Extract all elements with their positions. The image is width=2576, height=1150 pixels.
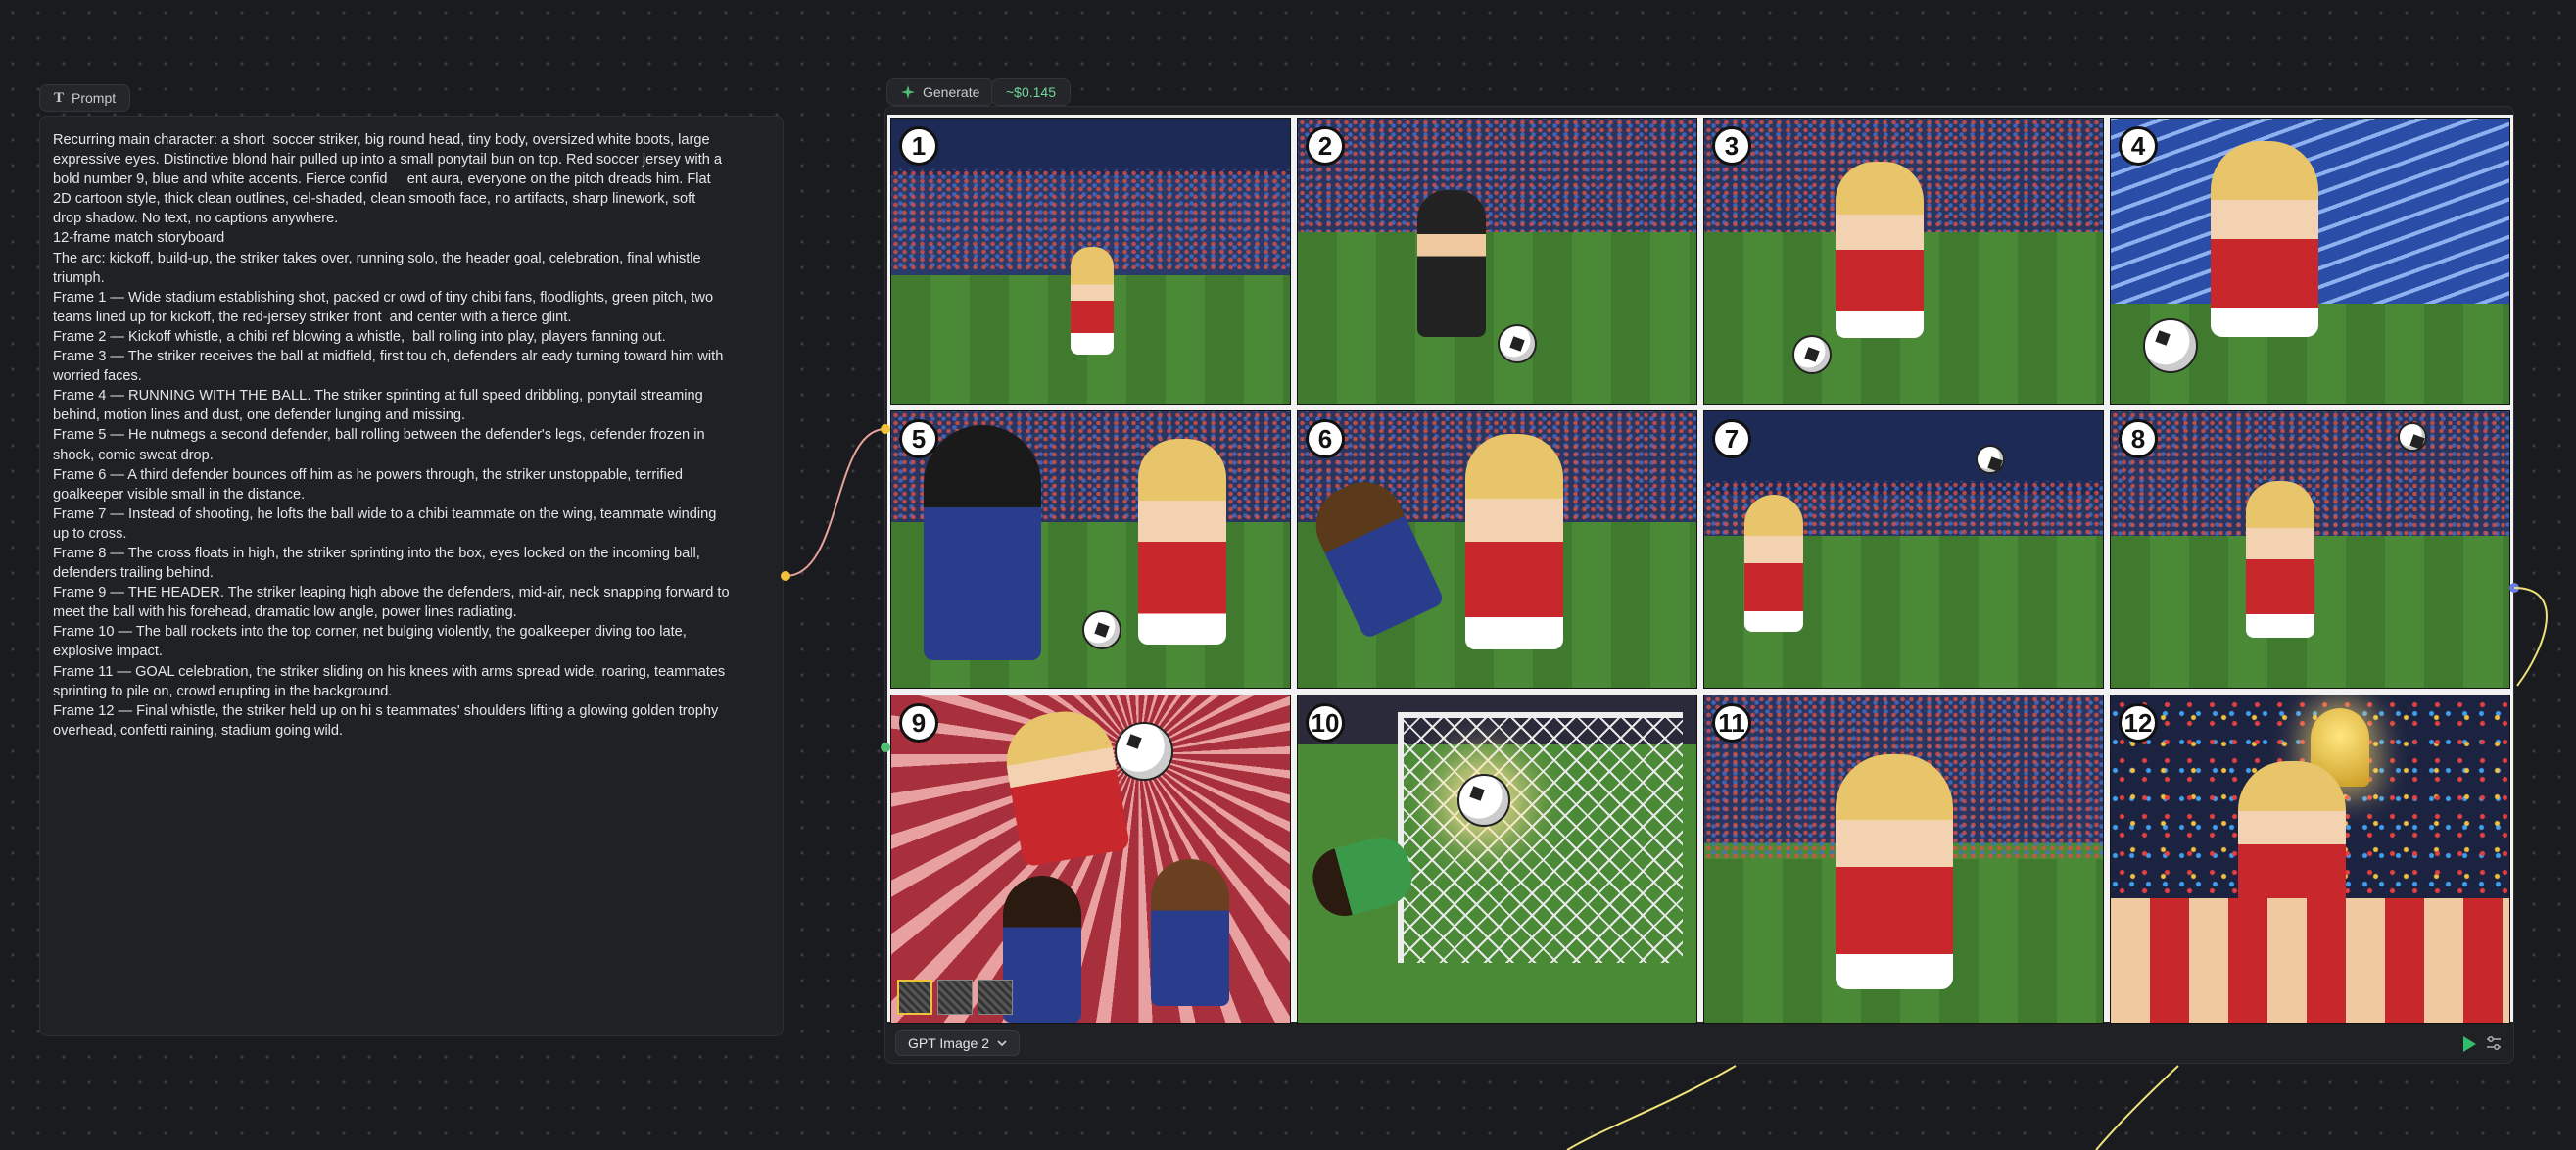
text-icon: T [54,89,65,106]
sliders-icon[interactable] [2486,1035,2502,1051]
goal-net [1397,711,1683,964]
prompt-textarea[interactable]: Recurring main character: a short soccer… [53,130,770,741]
soccer-ball [1114,721,1173,781]
storyboard-panel: 9 [890,695,1291,1024]
storyboard-panel: 8 [2110,410,2510,689]
striker-figure [2246,480,2315,638]
panel-number: 12 [2119,703,2158,743]
downstream-wire [1566,1065,1737,1150]
prompt-tag-label: Prompt [72,90,117,106]
panel-number: 3 [1712,126,1751,166]
panel-number: 4 [2119,126,2158,166]
model-label: GPT Image 2 [908,1035,990,1051]
referee-figure [1417,189,1487,337]
generate-button[interactable]: Generate [886,78,995,106]
striker-figure [1836,754,1954,990]
striker-figure [1836,161,1925,338]
defender-figure [1150,859,1229,1006]
prompt-node-tag[interactable]: T Prompt [39,84,131,112]
storyboard-panel: 5 [890,410,1291,689]
panel-number: 11 [1712,703,1751,743]
storyboard-panel: 12 [2110,695,2510,1024]
play-icon[interactable] [2463,1036,2476,1052]
teammates-figure [2111,898,2509,1023]
panel-number: 5 [899,419,938,458]
panel-number: 9 [899,703,938,743]
soccer-ball [1975,444,2005,474]
downstream-wire [2095,1065,2179,1150]
storyboard-panel: 6 [1297,410,1697,689]
striker-figure [1071,246,1115,355]
striker-figure [1743,494,1803,632]
cost-label: ~$0.145 [1006,84,1056,100]
output-wire [2513,587,2548,687]
panel-number: 7 [1712,419,1751,458]
sparkle-icon [901,85,915,99]
panel-number: 6 [1306,419,1345,458]
storyboard-image[interactable]: 1 2 3 4 5 6 7 8 9 10 11 12 [887,115,2513,1024]
variant-thumbnails [897,980,1013,1015]
storyboard-panel: 2 [1297,118,1697,405]
prompt-to-generate-wire [785,428,886,577]
prompt-panel[interactable]: Recurring main character: a short soccer… [39,116,784,1036]
storyboard-panel: 7 [1703,410,2104,689]
chevron-down-icon [997,1040,1007,1047]
storyboard-panel: 4 [2110,118,2510,405]
panel-number: 2 [1306,126,1345,166]
soccer-ball [1497,323,1537,363]
variant-thumbnail[interactable] [897,980,932,1015]
striker-figure [1138,439,1227,646]
defender-figure [923,425,1041,661]
panel-number: 1 [899,126,938,166]
storyboard-panel: 10 [1297,695,1697,1024]
variant-thumbnail[interactable] [978,980,1013,1015]
striker-figure [998,703,1131,868]
model-selector[interactable]: GPT Image 2 [895,1030,1021,1056]
striker-figure [2210,141,2318,338]
storyboard-panel: 1 [890,118,1291,405]
panel-number: 10 [1306,703,1345,743]
storyboard-panel: 11 [1703,695,2104,1024]
soccer-ball [1791,335,1832,375]
generate-label: Generate [923,84,980,100]
defender-figure [1002,875,1081,1023]
soccer-ball [1456,774,1510,828]
generate-node-footer: GPT Image 2 [887,1027,2513,1062]
striker-figure [1464,433,1563,649]
cost-badge: ~$0.145 [991,78,1071,106]
panel-number: 8 [2119,419,2158,458]
soccer-ball [2142,317,2198,373]
storyboard-panel: 3 [1703,118,2104,405]
variant-thumbnail[interactable] [937,980,973,1015]
